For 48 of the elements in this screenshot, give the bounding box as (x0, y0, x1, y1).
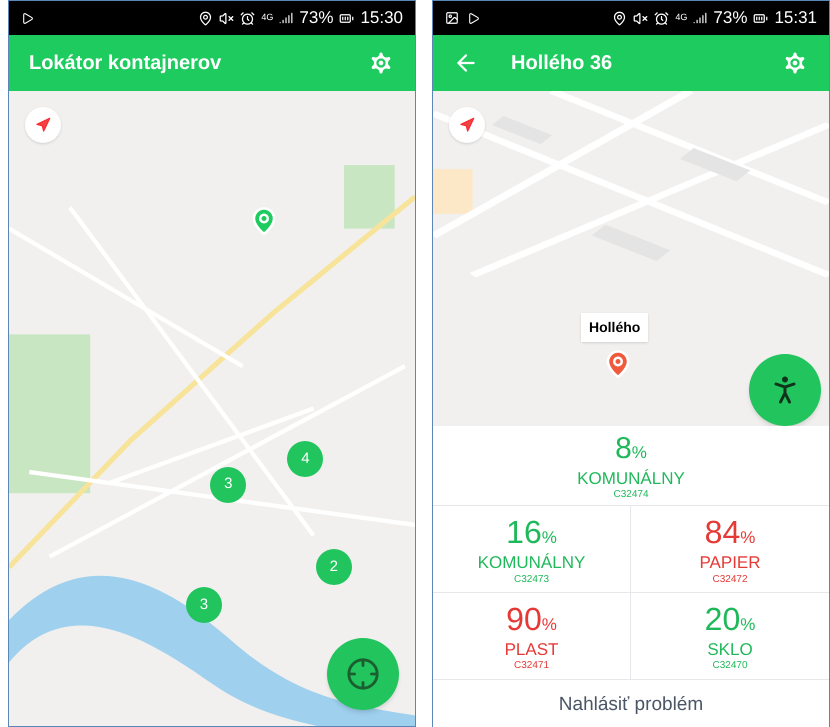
container-cell[interactable]: 84% PAPIER C32472 (631, 512, 829, 586)
container-code: C32472 (712, 574, 748, 586)
percent-sign: % (632, 442, 647, 464)
location-icon (612, 10, 628, 26)
percent-sign: % (740, 527, 756, 548)
alarm-icon (240, 10, 256, 26)
image-icon (445, 11, 459, 25)
waste-type: SKLO (707, 639, 753, 660)
play-icon (467, 12, 480, 24)
battery-percent: 73% (299, 7, 334, 30)
fill-percent: 84 (704, 513, 740, 552)
clock-time: 15:30 (360, 7, 403, 30)
app-title: Hollého 36 (511, 51, 614, 76)
location-icon (198, 10, 214, 26)
waste-type: PLAST (504, 639, 558, 660)
container-code: C32470 (712, 660, 748, 673)
alarm-icon (654, 10, 670, 26)
play-icon (21, 12, 34, 24)
signal-icon (693, 11, 708, 25)
network-type: 4G (261, 11, 274, 24)
signal-icon (279, 11, 294, 25)
battery-percent: 73% (713, 7, 748, 30)
container-cell[interactable]: 16% KOMUNÁLNY C32473 (433, 512, 630, 586)
container-cell[interactable]: 90% PLAST C32471 (433, 599, 630, 673)
clock-time: 15:31 (774, 7, 817, 30)
waste-type: PAPIER (699, 552, 761, 574)
network-type: 4G (675, 11, 688, 24)
waste-type: KOMUNÁLNY (478, 552, 586, 574)
container-code: C32473 (514, 574, 550, 586)
fill-percent: 16 (506, 513, 542, 552)
container-cell[interactable]: 20% SKLO C32470 (631, 599, 829, 673)
mute-icon (219, 10, 234, 26)
fill-percent: 8 (615, 431, 632, 467)
percent-sign: % (740, 614, 756, 636)
percent-sign: % (542, 614, 557, 636)
container-code: C32474 (613, 488, 649, 502)
fill-percent: 20 (704, 600, 740, 639)
container-cell[interactable]: 8% KOMUNÁLNY C32474 (433, 430, 829, 502)
percent-sign: % (542, 527, 557, 548)
compass-icon (459, 117, 475, 133)
fill-percent: 90 (506, 600, 542, 639)
app-title: Lokátor kontajnerov (29, 51, 222, 76)
compass-icon (35, 117, 51, 133)
marker-callout: Hollého (581, 313, 648, 342)
mute-icon (633, 10, 648, 26)
waste-type: KOMUNÁLNY (577, 468, 685, 489)
locate-icon (346, 657, 380, 691)
container-code: C32471 (514, 660, 550, 673)
